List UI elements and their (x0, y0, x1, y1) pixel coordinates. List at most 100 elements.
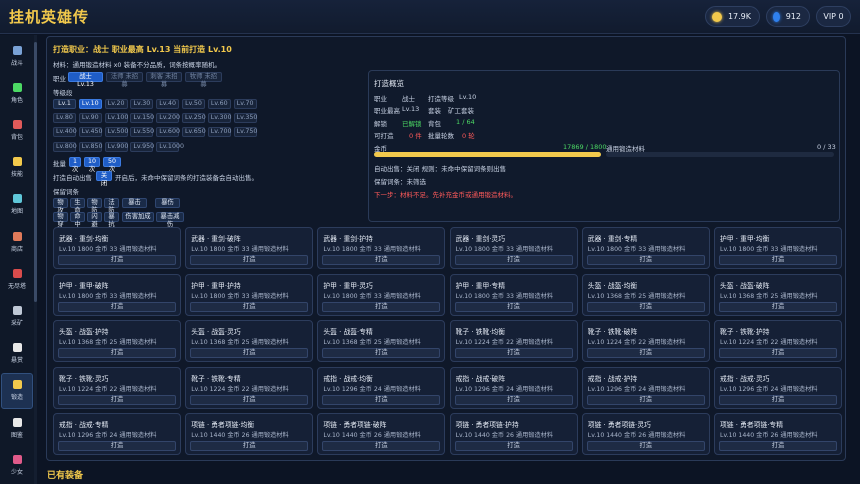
recipe-cost: Lv.10 1368 金币 25 通用锻造材料 (191, 339, 289, 347)
level-option[interactable]: Lv.400 (53, 127, 77, 138)
gem-counter[interactable]: 912 (766, 6, 810, 27)
forge-button[interactable]: 打造 (719, 394, 837, 405)
vip-badge[interactable]: VIP 0 (816, 6, 851, 27)
class-option[interactable]: 战士 Lv.13 (68, 72, 103, 88)
forge-button[interactable]: 打造 (322, 348, 441, 359)
level-option[interactable]: Lv.20 (104, 99, 128, 109)
level-option[interactable]: Lv.700 (207, 127, 232, 138)
level-option[interactable]: Lv.850 (78, 141, 103, 152)
level-option[interactable]: Lv.300 (207, 113, 232, 124)
level-option[interactable]: Lv.60 (207, 99, 231, 109)
forge-button[interactable]: 打造 (190, 348, 309, 359)
forge-button[interactable]: 打造 (322, 394, 441, 405)
keep-tag-option[interactable]: 闪避 (87, 212, 102, 228)
forge-button[interactable]: 打造 (454, 394, 573, 405)
keep-tag-option[interactable]: 法防 (104, 198, 119, 214)
forge-button[interactable]: 打造 (454, 301, 573, 312)
sidebar-item-tower[interactable]: 无尽塔 (1, 261, 33, 297)
class-option[interactable]: 法师 未招募 (106, 72, 143, 88)
level-option[interactable]: Lv.800 (53, 141, 77, 152)
forge-button[interactable]: 打造 (586, 255, 705, 265)
recipe-cost: Lv.10 1440 金币 26 通用锻造材料 (587, 432, 686, 440)
batch-option[interactable]: 50次 (103, 157, 121, 173)
keep-tag-option[interactable]: 物防 (87, 198, 102, 214)
level-option[interactable]: Lv.80 (53, 113, 76, 124)
batch-option[interactable]: 10次 (84, 157, 100, 173)
keep-tag-option[interactable]: 物穿 (53, 212, 68, 228)
forge-button[interactable]: 打造 (190, 394, 309, 405)
forge-button[interactable]: 打造 (190, 441, 309, 452)
level-option[interactable]: Lv.500 (104, 127, 128, 138)
keep-tag-option[interactable]: 暴抗 (104, 212, 119, 228)
keep-tag-option[interactable]: 暴击减伤 (156, 212, 184, 228)
level-option[interactable]: Lv.350 (233, 113, 257, 124)
level-option[interactable]: Lv.10 (78, 99, 102, 109)
class-option[interactable]: 刺客 未招募 (146, 72, 182, 88)
level-option[interactable]: Lv.40 (156, 99, 180, 109)
gold-counter[interactable]: 17.9K (705, 6, 760, 27)
sidebar-item-bounty[interactable]: 悬赏 (1, 336, 33, 372)
keep-tag-option[interactable]: 生命 (70, 198, 85, 214)
level-option[interactable]: Lv.100 (104, 113, 128, 124)
level-option[interactable]: Lv.1000 (156, 141, 184, 152)
keep-tag-option[interactable]: 暴击 (122, 198, 147, 208)
sidebar-item-skill[interactable]: 技能 (1, 150, 33, 186)
keep-tag-option[interactable]: 暴伤 (155, 198, 180, 208)
level-option[interactable]: Lv.50 (182, 99, 205, 109)
level-option[interactable]: Lv.30 (130, 99, 154, 109)
forge-button[interactable]: 打造 (586, 394, 705, 405)
level-option[interactable]: Lv.750 (233, 127, 257, 138)
forge-button[interactable]: 打造 (190, 255, 309, 265)
forge-button[interactable]: 打造 (719, 441, 837, 452)
forge-button[interactable]: 打造 (454, 255, 573, 265)
forge-button[interactable]: 打造 (58, 301, 176, 312)
ov-class-value: 战士 (402, 95, 415, 103)
batch-option[interactable]: 1次 (69, 157, 81, 173)
level-option[interactable]: Lv.90 (78, 113, 102, 124)
keep-tag-option[interactable]: 命中 (70, 212, 85, 228)
forge-button[interactable]: 打造 (719, 348, 837, 359)
level-option[interactable]: Lv.650 (182, 127, 206, 138)
recipe-name: 项链 · 勇者项链·灵巧 (587, 421, 651, 430)
level-option[interactable]: Lv.1 (53, 99, 76, 109)
forge-button[interactable]: 打造 (586, 441, 705, 452)
forge-button[interactable]: 打造 (58, 255, 176, 265)
forge-button[interactable]: 打造 (719, 301, 837, 312)
sidebar-item-map[interactable]: 地图 (1, 187, 33, 223)
forge-button[interactable]: 打造 (322, 301, 441, 312)
forge-button[interactable]: 打造 (454, 441, 573, 452)
sidebar-scroll-thumb[interactable] (34, 42, 37, 302)
sidebar-item-forge[interactable]: 锻造 (1, 372, 33, 409)
forge-button[interactable]: 打造 (58, 394, 176, 405)
level-option[interactable]: Lv.150 (130, 113, 154, 124)
keep-tag-option[interactable]: 物攻 (53, 198, 68, 214)
forge-button[interactable]: 打造 (322, 441, 441, 452)
level-option[interactable]: Lv.70 (233, 99, 257, 109)
level-option[interactable]: Lv.250 (182, 113, 206, 124)
recipe-name: 头盔 · 战盔·破阵 (720, 281, 770, 290)
forge-button[interactable]: 打造 (190, 301, 309, 312)
sidebar-item-shop[interactable]: 商店 (1, 224, 33, 260)
sidebar-item-mining[interactable]: 采矿 (1, 298, 33, 334)
forge-button[interactable]: 打造 (586, 301, 705, 312)
forge-button[interactable]: 打造 (322, 255, 441, 265)
forge-button[interactable]: 打造 (454, 348, 573, 359)
level-option[interactable]: Lv.950 (130, 141, 154, 152)
sidebar-item-codex[interactable]: 图鉴 (1, 410, 33, 446)
sidebar-item-battle[interactable]: 战斗 (1, 38, 33, 74)
level-option[interactable]: Lv.200 (156, 113, 180, 124)
forge-button[interactable]: 打造 (58, 441, 176, 452)
class-option[interactable]: 牧师 未招募 (185, 72, 222, 88)
level-option[interactable]: Lv.550 (130, 127, 154, 138)
forge-button[interactable]: 打造 (719, 255, 837, 265)
keep-tag-option[interactable]: 伤害加成 (122, 212, 154, 222)
level-option[interactable]: Lv.900 (104, 141, 128, 152)
level-option[interactable]: Lv.600 (156, 127, 180, 138)
sidebar-item-girl[interactable]: 少女 (1, 447, 33, 483)
forge-button[interactable]: 打造 (586, 348, 705, 359)
forge-button[interactable]: 打造 (58, 348, 176, 359)
sidebar-item-bag[interactable]: 背包 (1, 112, 33, 148)
auto-sell-toggle[interactable]: 关闭 (96, 171, 112, 187)
sidebar-item-character[interactable]: 角色 (1, 75, 33, 111)
level-option[interactable]: Lv.450 (78, 127, 103, 138)
